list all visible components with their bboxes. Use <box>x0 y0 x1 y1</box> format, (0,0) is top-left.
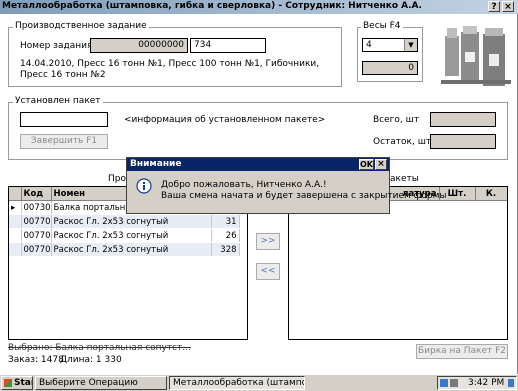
scales-group-label: Весы F4 <box>361 21 403 31</box>
info-icon <box>136 178 152 194</box>
finish-button[interactable]: Завершить F1 <box>20 134 108 149</box>
order-label: Заказ: 1478 <box>8 355 64 365</box>
job-number-field[interactable]: 00000000 <box>90 38 188 53</box>
packets-panel-caption: акеты <box>390 174 419 184</box>
cell-code: 00770 <box>21 242 52 257</box>
row-selector <box>9 228 22 243</box>
packet-group-label: Установлен пакет <box>13 96 103 106</box>
packet-tag-button[interactable]: Бирка на Пакет F2 <box>416 344 508 359</box>
scales-select-value: 4 <box>366 40 372 50</box>
title-bar: Металлообработка (штамповка, гибка и све… <box>0 0 518 14</box>
dialog-title: Внимание <box>130 159 182 169</box>
job-description: 14.04.2010, Пресс 16 тонн №1, Пресс 100 … <box>20 59 320 80</box>
system-tray: 3:42 PM <box>437 376 517 390</box>
row-selector-header <box>9 187 22 201</box>
cell-qty: 31 <box>211 214 240 229</box>
dialog-close-button[interactable]: × <box>375 159 387 170</box>
taskbar-item-operation[interactable]: Выберите Операцию <box>35 376 167 390</box>
window-title: Металлообработка (штамповка, гибка и све… <box>2 1 422 11</box>
cell-name: Раскос Гл. 2х53 согнутый <box>51 242 212 257</box>
scales-value-field: 0 <box>362 61 418 75</box>
dialog-ok-button[interactable]: OK <box>359 159 374 170</box>
taskbar-item-metalwork[interactable]: Металлообработка (штамповка, <box>169 376 305 390</box>
remaining-label: Остаток, шт <box>373 137 432 147</box>
length-label: Длина: 1 330 <box>60 355 122 365</box>
dialog-message-line2: Ваша смена начата и будет завершена с за… <box>161 191 447 201</box>
desktop-icon[interactable] <box>508 379 514 387</box>
packet-info: <информация об установленном пакете> <box>124 115 326 125</box>
cell-qty: 328 <box>211 242 240 257</box>
dialog-title-bar: Внимание OK × <box>127 158 389 171</box>
taskbar: Start Выберите Операцию Металлообработка… <box>0 374 518 391</box>
table-row[interactable]: 00770 Раскос Гл. 2х53 согнутый 31 <box>9 214 240 229</box>
cell-code: 00730 <box>21 200 52 215</box>
help-button[interactable]: ? <box>488 1 500 12</box>
remaining-field <box>430 134 496 149</box>
selected-item-text: Выбрано: Балка портальная сопутст... <box>8 343 191 353</box>
welcome-dialog: Внимание OK × Добро пожаловать, Нитченко… <box>126 157 446 214</box>
press-machine-icon <box>441 26 511 86</box>
cell-name: Раскос Гл. 2х53 согнутый <box>51 214 212 229</box>
cell-code: 00770 <box>21 214 52 229</box>
table-row[interactable]: 00770 Раскос Гл. 2х53 согнутый 328 <box>9 242 240 257</box>
move-right-button[interactable]: >> <box>256 233 280 250</box>
total-field <box>430 112 496 127</box>
job-number-entry[interactable]: 734 <box>190 38 266 53</box>
move-left-button[interactable]: << <box>256 263 280 280</box>
close-button[interactable]: × <box>502 1 514 12</box>
cell-code: 00770 <box>21 228 52 243</box>
start-button[interactable]: Start <box>1 376 33 390</box>
cell-name: Раскос Гл. 2х53 согнутый <box>51 228 212 243</box>
dialog-message-line1: Добро пожаловать, Нитченко А.А.! <box>161 180 327 190</box>
packet-group <box>8 102 508 160</box>
column-header-code[interactable]: Код <box>21 187 52 201</box>
network-icon[interactable] <box>450 379 458 387</box>
clock-time: 3:42 PM <box>468 378 505 388</box>
chevron-down-icon[interactable]: ▼ <box>404 39 417 51</box>
column-header-k[interactable]: К. <box>475 187 507 201</box>
table-row[interactable]: 00770 Раскос Гл. 2х53 согнутый 26 <box>9 228 240 243</box>
total-label: Всего, шт <box>373 115 420 125</box>
cell-qty: 26 <box>211 228 240 243</box>
row-current-marker-icon: ▸ <box>9 200 22 215</box>
packet-code-input[interactable] <box>20 112 108 127</box>
keyboard-icon[interactable] <box>440 379 448 387</box>
row-selector <box>9 214 22 229</box>
scales-select[interactable]: 4 ▼ <box>362 38 418 52</box>
job-number-label: Номер задания <box>20 41 93 51</box>
job-group-label: Производственное задание <box>13 21 149 31</box>
row-selector <box>9 242 22 257</box>
windows-logo-icon <box>4 379 12 387</box>
